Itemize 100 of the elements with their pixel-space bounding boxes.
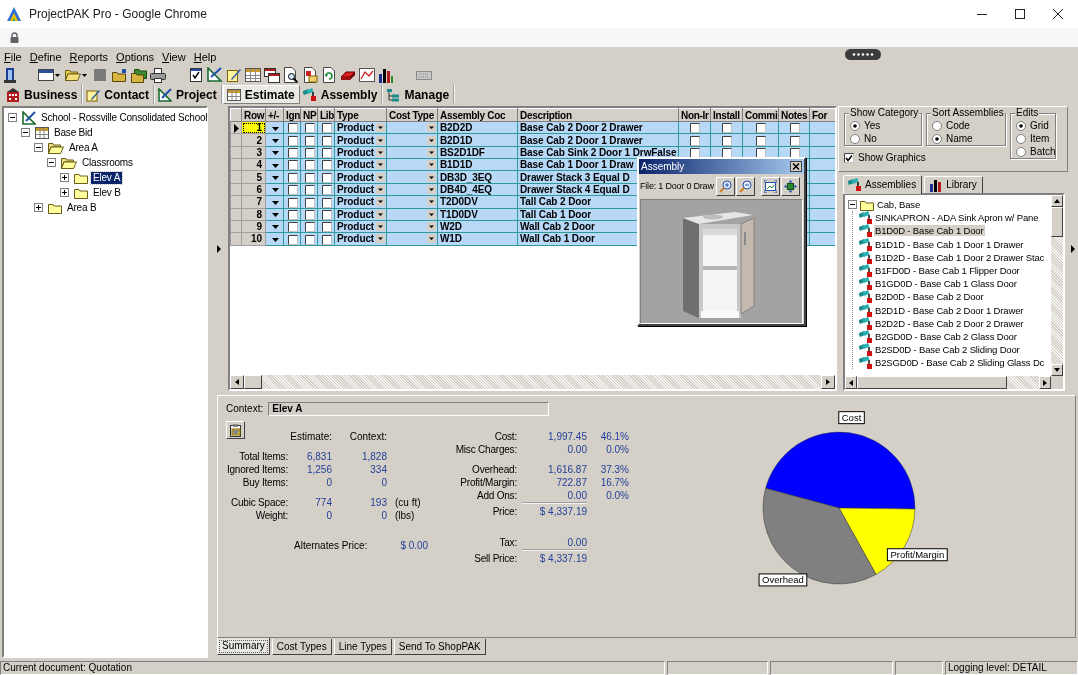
checkbox[interactable] [690, 135, 700, 146]
expand-icon[interactable] [34, 203, 43, 212]
center-button[interactable] [780, 176, 800, 196]
tab[interactable]: Line Types [333, 639, 392, 655]
checkbox[interactable] [321, 160, 332, 171]
report-button[interactable] [226, 421, 245, 439]
tree-item[interactable]: Elev B [91, 186, 123, 199]
tree-item[interactable]: Area A [67, 141, 100, 154]
triangle-ruler-icon[interactable] [207, 67, 223, 83]
line-chart-icon[interactable] [359, 67, 375, 83]
tree-item[interactable]: Elev A [91, 171, 123, 184]
checkbox[interactable] [844, 152, 854, 163]
radio-button[interactable] [1016, 120, 1026, 131]
module-tab[interactable]: Project [155, 85, 223, 104]
checkbox[interactable] [287, 123, 298, 134]
column-header[interactable]: Description [517, 108, 679, 122]
radio-label[interactable]: Batch [1030, 145, 1056, 158]
splitter-arrow-icon[interactable] [217, 244, 221, 253]
checkbox[interactable] [287, 234, 298, 245]
checkbox[interactable] [722, 123, 732, 134]
checkbox[interactable] [321, 148, 332, 159]
checkbox[interactable] [304, 197, 315, 208]
column-header[interactable]: Notes [778, 108, 810, 122]
column-header[interactable]: Type [334, 108, 387, 122]
menu-item[interactable]: View [158, 49, 190, 64]
tab[interactable]: Cost Types [271, 639, 332, 655]
radio-label[interactable]: Code [946, 119, 970, 132]
column-header[interactable]: Non-Ir [678, 108, 711, 122]
tree-item[interactable]: Classrooms [80, 156, 135, 169]
checkbox[interactable] [321, 234, 332, 245]
checkbox[interactable] [304, 148, 315, 159]
window-icon[interactable] [38, 67, 54, 83]
checkbox[interactable] [287, 222, 298, 233]
zoom-out-button[interactable] [735, 176, 755, 196]
checkbox[interactable] [304, 185, 315, 196]
tree-item[interactable]: B2SGD0D - Base Cab 2 Sliding Glass Dc [874, 357, 1046, 369]
checklist-icon[interactable] [188, 67, 204, 83]
column-header[interactable]: For [809, 108, 835, 122]
image-document-icon[interactable] [302, 67, 318, 83]
radio-button[interactable] [1016, 133, 1026, 144]
tree-item[interactable]: B2D0D - Base Cab 2 Door [874, 291, 985, 303]
checkbox[interactable] [756, 123, 766, 134]
radio-button[interactable] [932, 120, 942, 131]
tree-item[interactable]: Base Bid [52, 126, 95, 139]
checkbox[interactable] [321, 185, 332, 196]
scrollbar-thumb[interactable] [1051, 207, 1063, 237]
radio-button[interactable] [850, 133, 860, 144]
checkbox[interactable] [722, 135, 732, 146]
dropdown-arrow-icon[interactable] [376, 197, 385, 207]
collapse-icon[interactable] [47, 158, 56, 167]
checkbox[interactable] [287, 185, 298, 196]
page-magnifier-icon[interactable] [283, 67, 299, 83]
tree-item[interactable]: B2SD0D - Base Cab 2 Sliding Door [874, 344, 1021, 356]
menu-item[interactable]: Options [112, 49, 158, 64]
checkbox[interactable] [287, 160, 298, 171]
tab[interactable]: Send To ShopPAK [393, 639, 486, 655]
radio-button[interactable] [1016, 146, 1026, 157]
printer-icon[interactable] [150, 67, 166, 83]
dropdown-arrow-icon[interactable] [376, 160, 385, 170]
checkbox[interactable] [321, 123, 332, 134]
tab[interactable]: Summary [217, 638, 270, 655]
module-tab[interactable]: Estimate [222, 85, 300, 104]
column-header[interactable]: Commi [742, 108, 779, 122]
column-header[interactable]: Install [710, 108, 743, 122]
checkbox[interactable] [287, 209, 298, 220]
checkbox[interactable] [287, 148, 298, 159]
close-icon[interactable] [1053, 9, 1063, 19]
checkbox[interactable] [789, 135, 800, 146]
radio-label[interactable]: Item [1030, 132, 1050, 145]
stacked-windows-icon[interactable] [264, 67, 280, 83]
dropdown-arrow-icon[interactable] [376, 234, 385, 244]
dropdown-arrow-icon[interactable] [427, 123, 436, 133]
dropdown-arrow-icon[interactable] [376, 222, 385, 232]
checkbox[interactable] [304, 222, 315, 233]
expand-icon[interactable] [60, 188, 69, 197]
checkbox[interactable] [287, 197, 298, 208]
tab[interactable]: Assemblies [843, 175, 923, 194]
radio-label[interactable]: Grid [1030, 119, 1049, 132]
maximize-icon[interactable] [1015, 9, 1025, 19]
tree-item[interactable]: B1GD0D - Base Cab 1 Glass Door [874, 278, 1018, 290]
collapse-icon[interactable] [21, 128, 30, 137]
scrollbar-thumb[interactable] [857, 376, 1007, 389]
tab[interactable]: Library [924, 176, 983, 193]
tree-item[interactable]: B1FD0D - Base Cab 1 Flipper Door [874, 265, 1021, 277]
zoom-in-button[interactable] [715, 176, 735, 196]
module-tab[interactable]: Business [3, 85, 84, 104]
dropdown-arrow-icon[interactable] [427, 197, 436, 207]
folders-icon[interactable] [131, 67, 147, 83]
dropdown-arrow-icon[interactable] [427, 222, 436, 232]
checkbox[interactable] [287, 172, 298, 183]
collapse-icon[interactable] [848, 200, 857, 210]
folder-icon[interactable] [112, 67, 128, 83]
tree-item[interactable]: SINKAPRON - ADA Sink Apron w/ Pane [874, 212, 1040, 224]
pencil-note-icon[interactable] [226, 67, 242, 83]
tree-item[interactable]: Area B [65, 201, 99, 214]
checkbox[interactable] [321, 209, 332, 220]
checkbox[interactable] [321, 172, 332, 183]
open-folder-icon[interactable] [65, 67, 81, 83]
menu-item[interactable]: Define [25, 49, 66, 64]
checkbox[interactable] [304, 172, 315, 183]
